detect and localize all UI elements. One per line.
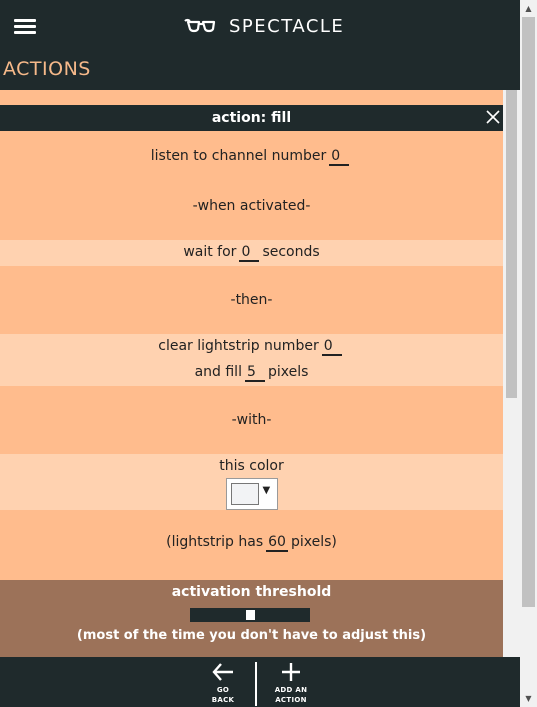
add-action-button[interactable]: ADD AN ACTION [270, 657, 312, 707]
fill-line: and fill 5 pixels [0, 364, 503, 386]
when-activated-label: -when activated- [192, 198, 311, 214]
lightstrip-suffix: pixels) [290, 534, 337, 550]
hamburger-menu-icon[interactable] [14, 17, 36, 35]
close-icon[interactable] [483, 107, 503, 127]
app: SPECTACLE ACTIONS action: fill listen to… [0, 0, 520, 707]
nav-divider [255, 662, 257, 706]
brand-name: SPECTACLE [229, 15, 345, 37]
add-action-line2: ACTION [275, 696, 307, 704]
channel-label: listen to channel number [150, 148, 327, 164]
action-title: action: fill [211, 110, 292, 126]
threshold-note: (most of the time you don't have to adju… [76, 628, 427, 643]
fill-label: and fill [194, 364, 242, 380]
then-row: -then- [0, 292, 503, 312]
wait-unit: seconds [262, 244, 320, 260]
slider-thumb[interactable] [245, 610, 255, 620]
then-label: -then- [230, 292, 273, 308]
panel-scroll-thumb[interactable] [506, 90, 517, 398]
dropdown-arrow-icon: ▼ [262, 485, 271, 496]
window-scroll-thumb[interactable] [522, 17, 535, 607]
brand: SPECTACLE [183, 13, 344, 39]
color-label: this color [219, 458, 284, 474]
scroll-down-icon[interactable]: ▼ [520, 690, 537, 707]
add-action-line1: ADD AN [274, 686, 308, 694]
wait-input[interactable]: 0 [239, 244, 260, 262]
color-picker[interactable]: ▼ [225, 478, 278, 510]
clear-line: clear lightstrip number 0 [0, 338, 503, 360]
channel-input[interactable]: 0 [329, 148, 350, 166]
channel-row: listen to channel number 0 [0, 148, 503, 168]
bottom-nav: GO BACK ADD AN ACTION [0, 657, 520, 707]
plus-icon [282, 663, 300, 681]
color-swatch [230, 483, 259, 505]
top-bar: SPECTACLE ACTIONS [0, 0, 520, 90]
action-panel: action: fill listen to channel number 0 -… [0, 90, 503, 657]
go-back-line1: GO [216, 686, 230, 694]
with-row: -with- [0, 412, 503, 432]
go-back-button[interactable]: GO BACK [203, 657, 243, 707]
lightstrip-row: (lightstrip has 60 pixels) [0, 534, 503, 556]
arrow-left-icon [212, 663, 233, 681]
lightstrip-input[interactable]: 60 [266, 534, 288, 552]
action-header: action: fill [0, 105, 503, 131]
threshold-section: activation threshold (most of the time y… [0, 580, 503, 657]
go-back-line2: BACK [211, 696, 235, 704]
with-label: -with- [231, 412, 272, 428]
threshold-slider[interactable] [190, 608, 310, 622]
clear-input[interactable]: 0 [321, 338, 342, 356]
color-row: this color ▼ [0, 454, 503, 510]
section-title: ACTIONS [3, 58, 91, 80]
wait-row: wait for 0 seconds [0, 240, 503, 266]
panel-scrollbar[interactable] [503, 90, 520, 657]
wait-label: wait for [183, 244, 237, 260]
threshold-title: activation threshold [171, 584, 332, 600]
lightstrip-prefix: (lightstrip has [166, 534, 264, 550]
spectacles-icon [184, 18, 216, 33]
window-scrollbar[interactable]: ▲ ▼ [520, 0, 537, 707]
fill-input[interactable]: 5 [244, 364, 265, 382]
clear-fill-row: clear lightstrip number 0 and fill 5 pixels [0, 334, 503, 386]
when-activated-row: -when activated- [0, 198, 503, 218]
fill-unit: pixels [267, 364, 309, 380]
scroll-up-icon[interactable]: ▲ [520, 0, 537, 17]
clear-label: clear lightstrip number [158, 338, 319, 354]
